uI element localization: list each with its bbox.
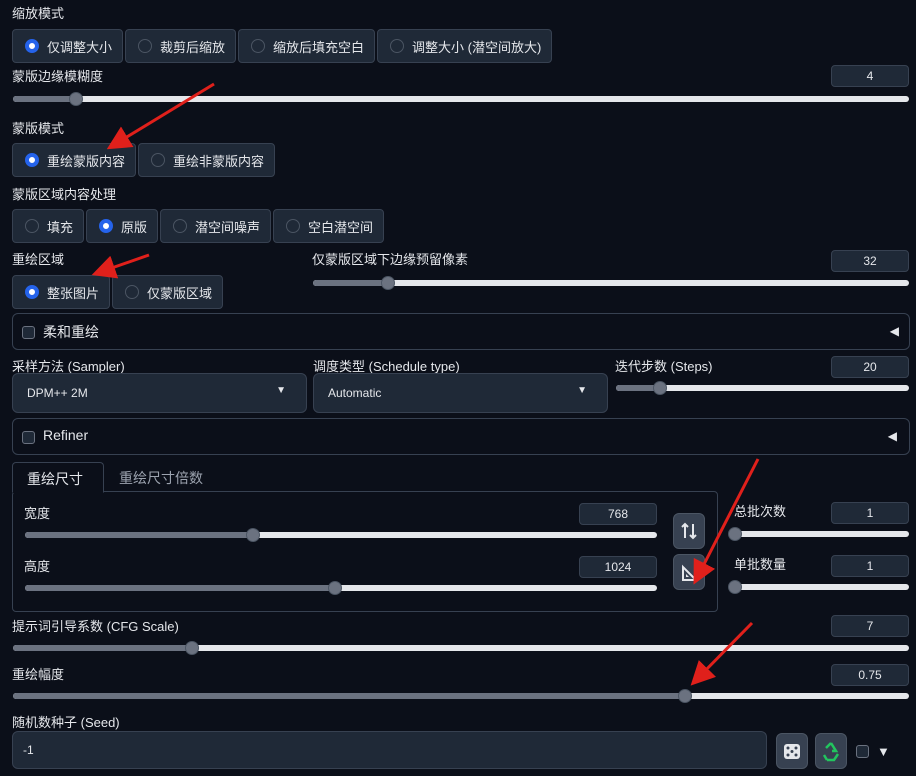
soft-inpainting-checkbox[interactable] xyxy=(22,326,35,339)
slider-thumb[interactable] xyxy=(728,580,742,594)
batch-size-slider[interactable] xyxy=(728,580,909,594)
cfg-scale-input[interactable]: 7 xyxy=(831,615,909,637)
denoising-label: 重绘幅度 xyxy=(12,667,65,682)
masked-content-group: 填充 原版 潜空间噪声 空白潜空间 xyxy=(12,209,386,243)
mask-mode-option[interactable]: 重绘非蒙版内容 xyxy=(138,143,276,177)
schedule-type-value: Automatic xyxy=(328,386,382,400)
padding-label: 仅蒙版区域下边缘预留像素 xyxy=(312,252,469,267)
collapse-triangle-icon[interactable]: ◀ xyxy=(888,429,897,443)
radio-icon xyxy=(390,39,405,53)
masked-content-label: 蒙版区域内容处理 xyxy=(12,187,117,202)
batch-count-label: 总批次数 xyxy=(734,504,787,519)
batch-count-slider[interactable] xyxy=(728,527,909,541)
reuse-seed-button[interactable] xyxy=(815,733,847,769)
height-label: 高度 xyxy=(24,559,51,574)
resize-mode-option[interactable]: 裁剪后缩放 xyxy=(125,29,237,63)
steps-input[interactable]: 20 xyxy=(831,356,909,378)
resize-mode-label: 缩放模式 xyxy=(12,6,65,21)
expand-triangle-icon[interactable]: ▼ xyxy=(877,744,890,759)
swap-dimensions-button[interactable] xyxy=(673,513,705,549)
inpaint-area-group: 整张图片 仅蒙版区域 xyxy=(12,275,225,309)
aspect-ratio-icon xyxy=(682,564,699,581)
width-input[interactable]: 768 xyxy=(579,503,657,525)
width-slider[interactable] xyxy=(25,528,657,542)
denoising-slider[interactable] xyxy=(13,689,909,703)
sampler-dropdown[interactable]: DPM++ 2M ▼ xyxy=(12,373,307,413)
radio-icon xyxy=(25,219,39,233)
steps-slider[interactable] xyxy=(616,381,909,395)
mask-blur-input[interactable]: 4 xyxy=(831,65,909,87)
slider-thumb[interactable] xyxy=(185,641,200,655)
slider-thumb[interactable] xyxy=(678,689,692,703)
radio-icon xyxy=(151,153,166,167)
annotation-arrow xyxy=(91,253,150,279)
batch-size-label: 单批数量 xyxy=(734,557,787,572)
batch-count-input[interactable]: 1 xyxy=(831,502,909,524)
tab-resize-to[interactable]: 重绘尺寸 xyxy=(12,462,104,493)
sampler-value: DPM++ 2M xyxy=(27,386,88,400)
annotation-arrow xyxy=(106,82,215,150)
batch-size-input[interactable]: 1 xyxy=(831,555,909,577)
schedule-type-dropdown[interactable]: Automatic ▼ xyxy=(313,373,608,413)
aspect-ratio-button[interactable] xyxy=(673,554,705,590)
mask-mode-label: 蒙版模式 xyxy=(12,121,65,136)
swap-dimensions-icon xyxy=(681,522,697,540)
mask-blur-slider[interactable] xyxy=(13,92,909,106)
extra-seed-checkbox[interactable] xyxy=(856,745,869,758)
refiner-title: Refiner xyxy=(43,427,89,443)
cfg-scale-label: 提示词引导系数 (CFG Scale) xyxy=(12,619,179,634)
chevron-down-icon: ▼ xyxy=(276,385,286,396)
random-seed-button[interactable] xyxy=(776,733,808,769)
slider-thumb[interactable] xyxy=(652,381,667,395)
radio-checked-icon xyxy=(25,285,39,299)
padding-input[interactable]: 32 xyxy=(831,250,909,272)
dice-icon xyxy=(784,744,800,759)
inpaint-area-option[interactable]: 整张图片 xyxy=(12,275,111,309)
tab-resize-by[interactable]: 重绘尺寸倍数 xyxy=(119,468,203,488)
mask-blur-label: 蒙版边缘模糊度 xyxy=(12,69,104,84)
seed-label: 随机数种子 (Seed) xyxy=(12,715,120,730)
slider-thumb[interactable] xyxy=(245,528,260,542)
slider-thumb[interactable] xyxy=(68,92,83,106)
chevron-down-icon: ▼ xyxy=(577,385,587,396)
slider-thumb[interactable] xyxy=(728,527,742,541)
radio-checked-icon xyxy=(25,39,39,53)
inpaint-area-option[interactable]: 仅蒙版区域 xyxy=(112,275,224,309)
radio-checked-icon xyxy=(25,153,39,167)
recycle-icon xyxy=(822,742,840,762)
resize-mode-option[interactable]: 缩放后填充空白 xyxy=(238,29,376,63)
masked-content-option[interactable]: 填充 xyxy=(12,209,85,243)
mask-mode-group: 重绘蒙版内容 重绘非蒙版内容 xyxy=(12,143,277,177)
radio-icon xyxy=(286,219,301,233)
refiner-checkbox[interactable] xyxy=(22,431,35,444)
radio-icon xyxy=(138,39,153,53)
masked-content-option[interactable]: 原版 xyxy=(86,209,159,243)
resize-mode-option[interactable]: 仅调整大小 xyxy=(12,29,124,63)
radio-icon xyxy=(125,285,140,299)
masked-content-option[interactable]: 空白潜空间 xyxy=(273,209,385,243)
mask-mode-option[interactable]: 重绘蒙版内容 xyxy=(12,143,137,177)
width-label: 宽度 xyxy=(24,506,51,521)
soft-inpainting-accordion[interactable]: 柔和重绘 ◀ xyxy=(12,313,910,350)
slider-thumb[interactable] xyxy=(380,276,395,290)
steps-label: 迭代步数 (Steps) xyxy=(615,359,713,374)
seed-input[interactable]: -1 xyxy=(12,731,767,769)
cfg-scale-slider[interactable] xyxy=(13,641,909,655)
denoising-input[interactable]: 0.75 xyxy=(831,664,909,686)
height-input[interactable]: 1024 xyxy=(579,556,657,578)
masked-content-option[interactable]: 潜空间噪声 xyxy=(160,209,272,243)
resize-mode-option[interactable]: 调整大小 (潜空间放大) xyxy=(377,29,553,63)
inpaint-area-label: 重绘区域 xyxy=(12,252,65,267)
radio-icon xyxy=(251,39,266,53)
soft-inpainting-title: 柔和重绘 xyxy=(43,324,99,340)
resize-mode-group: 仅调整大小 裁剪后缩放 缩放后填充空白 调整大小 (潜空间放大) xyxy=(12,29,554,63)
padding-slider[interactable] xyxy=(313,276,909,290)
refiner-accordion[interactable]: Refiner ◀ xyxy=(12,418,910,455)
radio-icon xyxy=(173,219,188,233)
slider-thumb[interactable] xyxy=(327,581,342,595)
collapse-triangle-icon[interactable]: ◀ xyxy=(890,324,899,338)
radio-checked-icon xyxy=(99,219,114,233)
height-slider[interactable] xyxy=(25,581,657,595)
